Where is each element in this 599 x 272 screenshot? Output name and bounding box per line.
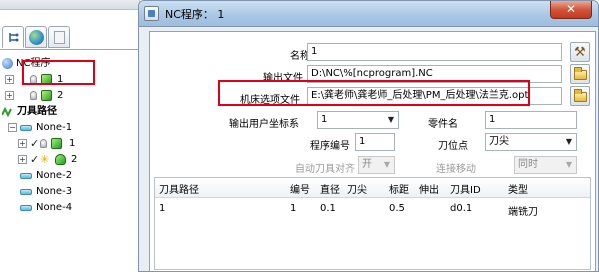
tree-tab-row (0, 24, 139, 50)
tab-globe[interactable] (25, 26, 47, 48)
tree-structure-icon (8, 32, 19, 43)
column-header[interactable]: 类型 (508, 181, 528, 196)
tree-node-toolpath-none-2[interactable]: None-2 (0, 168, 139, 184)
lightbulb-icon (30, 91, 37, 100)
expand-toggle[interactable]: + (5, 75, 14, 84)
tree-node-toolpath-1[interactable]: + ✓ 1 (0, 136, 139, 152)
table-cell: 1 (159, 203, 166, 214)
toolpath-folder-icon (20, 125, 32, 131)
highlight-box-program (22, 60, 95, 85)
panel-top-bar (0, 0, 139, 10)
name-field[interactable]: 1 (307, 43, 562, 61)
table-cell: d0.1 (450, 203, 473, 214)
folder-open-icon (574, 67, 587, 80)
table-cell: 0.5 (389, 203, 405, 214)
dialog-titlebar[interactable]: NC程序： 1 ✕ (139, 1, 598, 27)
column-header[interactable]: 刀具路径 (159, 181, 199, 196)
column-header[interactable]: 伸出 (419, 181, 439, 196)
browse-output-file-button[interactable] (570, 64, 590, 84)
toolpath-label: 1 (69, 138, 76, 149)
close-button[interactable]: ✕ (550, 1, 592, 19)
link-move-value: 同时 (518, 159, 538, 170)
output-ucs-label: 输出用户坐标系 (229, 119, 299, 130)
nc-program-group-icon (2, 58, 13, 69)
page-icon (54, 31, 65, 44)
globe-icon (29, 30, 44, 45)
dialog-content: 名称 1 ⚒ 输出文件 D:\NC\%[ncprogram].NC 机床选项文件… (149, 31, 596, 271)
toolpath-group-label: 刀具路径 (17, 106, 57, 117)
nc-program-dialog: NC程序： 1 ✕ 名称 1 ⚒ 输出文件 D:\NC\%[ncprogram]… (138, 0, 599, 272)
dialog-title: NC程序： 1 (165, 8, 225, 21)
toolpath-icon (51, 138, 62, 149)
column-header[interactable]: 刀尖 (347, 181, 367, 196)
output-ucs-select[interactable]: 1 ▼ (317, 111, 399, 129)
highlight-box-machine-option (218, 80, 530, 106)
program-label: 2 (57, 90, 64, 101)
wrench-icon: ⚒ (574, 45, 586, 60)
tree-node-toolpaths[interactable]: 刀具路径 (0, 104, 139, 120)
column-header[interactable]: 刀具ID (450, 181, 481, 196)
sparkle-icon: ✳ (40, 153, 50, 166)
chevron-down-icon: ▼ (387, 115, 395, 124)
toolpath-group-icon (1, 106, 13, 118)
program-number-label: 程序编号 (310, 141, 350, 152)
part-label: 零件名 (428, 119, 458, 130)
toolpath-icon (55, 154, 66, 165)
project-tree-panel: NC程序 + 1 + 2 刀具路径 − None-1 + ✓ 1 + ✓ ✳ 2… (0, 0, 140, 272)
link-move-select[interactable]: 同时 ▼ (514, 156, 577, 174)
tool-position-select[interactable]: 刀尖 ▼ (485, 133, 577, 151)
chevron-down-icon: ▼ (565, 137, 573, 146)
table-cell: 0.1 (320, 203, 336, 214)
link-move-label: 连接移动 (436, 164, 476, 175)
toolpath-table: 刀具路径 编号 直径 刀尖 标距 伸出 刀具ID 类型 1 1 0.1 0.5 … (154, 177, 591, 270)
tool-position-value: 刀尖 (489, 136, 509, 147)
auto-tool-align-select[interactable]: 开 ▼ (358, 156, 395, 174)
app-icon (144, 6, 159, 21)
tree-node-program-2[interactable]: + 2 (0, 88, 139, 104)
column-header[interactable]: 标距 (389, 181, 409, 196)
column-header[interactable]: 编号 (290, 181, 310, 196)
browse-machine-option-button[interactable] (570, 86, 590, 106)
tool-position-label: 刀位点 (438, 141, 468, 152)
auto-tool-align-value: 开 (362, 159, 372, 170)
chevron-down-icon: ▼ (565, 160, 573, 169)
tools-button[interactable]: ⚒ (570, 42, 590, 62)
program-number-field[interactable]: 1 (355, 133, 395, 151)
column-header[interactable]: 直径 (320, 181, 340, 196)
table-header: 刀具路径 编号 直径 刀尖 标距 伸出 刀具ID 类型 (155, 178, 590, 198)
toolpath-folder-icon (20, 205, 32, 211)
expand-toggle[interactable]: + (18, 155, 27, 164)
output-ucs-value: 1 (321, 114, 328, 125)
lightbulb-icon (40, 139, 47, 148)
toolpath-label: 2 (71, 154, 78, 165)
toolpath-label: None-4 (36, 202, 73, 213)
folder-open-icon (574, 89, 587, 102)
expand-toggle[interactable]: + (5, 91, 14, 100)
part-field[interactable]: 1 (485, 111, 577, 129)
checkmark-icon: ✓ (30, 153, 40, 166)
table-cell: 端铣刀 (508, 207, 538, 218)
toolpath-folder-icon (20, 189, 32, 195)
toolpath-folder-icon (20, 173, 32, 179)
tab-tree[interactable] (2, 26, 24, 48)
chevron-down-icon: ▼ (383, 160, 391, 169)
tree-node-toolpath-none-3[interactable]: None-3 (0, 184, 139, 200)
collapse-toggle[interactable]: − (8, 123, 17, 132)
nc-program-icon (41, 90, 52, 101)
tree-node-toolpath-none-1[interactable]: − None-1 (0, 120, 139, 136)
table-cell: 1 (290, 203, 297, 214)
toolpath-label: None-3 (36, 186, 73, 197)
tab-blank[interactable] (48, 26, 70, 48)
toolpath-label: None-1 (36, 122, 73, 133)
toolpath-label: None-2 (36, 170, 73, 181)
tree-node-toolpath-2[interactable]: + ✓ ✳ 2 (0, 152, 139, 168)
checkmark-icon: ✓ (30, 137, 40, 150)
expand-toggle[interactable]: + (18, 139, 27, 148)
auto-tool-align-label: 自动刀具对齐 (295, 164, 355, 175)
tree-node-toolpath-none-4[interactable]: None-4 (0, 200, 139, 216)
